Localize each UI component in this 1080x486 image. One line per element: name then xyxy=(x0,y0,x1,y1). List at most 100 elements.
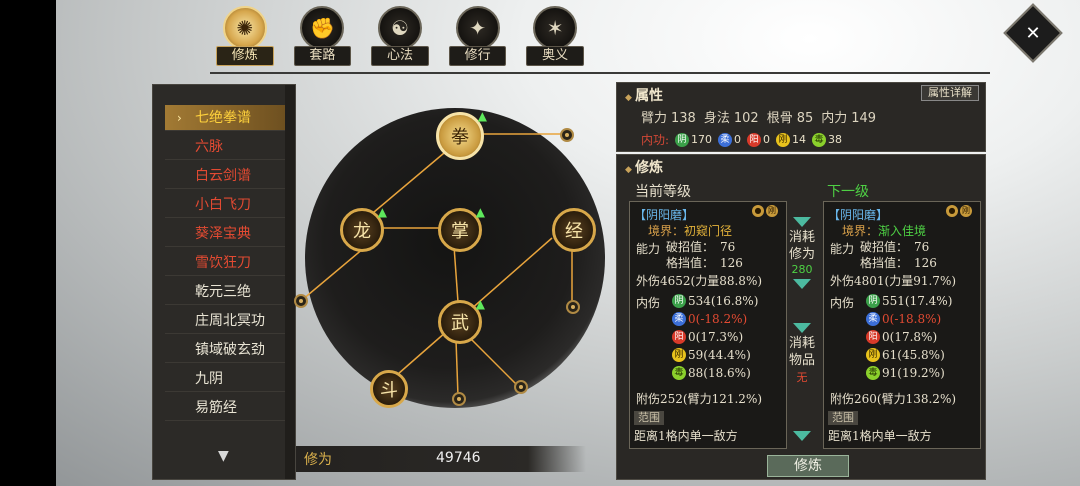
skill-item[interactable]: 易筋经 xyxy=(165,395,285,421)
block-value: 126 xyxy=(720,255,743,270)
close-button[interactable]: ✕ xyxy=(1003,3,1063,63)
tab-mystery[interactable]: ✶ 奥义 xyxy=(520,6,590,68)
panel-title: 修炼 xyxy=(625,157,663,177)
inner-row: 柔 0(-18.2%) xyxy=(672,312,747,326)
skill-item[interactable]: 白云剑谱 xyxy=(165,163,285,189)
skill-label: 九阴 xyxy=(195,371,223,387)
top-nav: ✺ 修炼 ✊ 套路 ☯ 心法 ✦ 修行 ✶ 奥义 xyxy=(210,6,590,68)
gang-icon: 刚 xyxy=(776,132,791,147)
tab-practice[interactable]: ✦ 修行 xyxy=(443,6,513,68)
poison-icon: 毒 xyxy=(866,366,880,380)
yang-icon: 阳 xyxy=(747,132,762,147)
upgrade-arrow-icon: ▲ xyxy=(475,297,485,311)
stats-row: 臂力 138 身法 102 根骨 85 内力 149 xyxy=(641,107,884,126)
skill-item[interactable]: 雪饮狂刀 xyxy=(165,250,285,276)
break-line: 破招值： 76 xyxy=(666,238,735,255)
realm-label: 境界： xyxy=(648,224,685,238)
swirl-icon: ☯ xyxy=(377,6,422,50)
fist-icon: ✊ xyxy=(300,6,345,50)
skill-node-left[interactable]: 龙 ▲ xyxy=(340,205,387,252)
move-tags: ● 刚 xyxy=(946,205,972,217)
inner-value: 0 xyxy=(763,133,771,146)
realm-label: 境界： xyxy=(842,224,879,238)
attribute-detail-button[interactable]: 属性详解 xyxy=(921,85,979,101)
skill-label: 雪饮狂刀 xyxy=(195,255,251,271)
top-divider xyxy=(210,72,990,74)
rou-icon: 柔 xyxy=(672,312,686,326)
locked-node-dot[interactable] xyxy=(294,294,308,308)
node-glyph: 龙 xyxy=(353,221,371,242)
stat-value: 102 xyxy=(733,111,759,126)
rou-icon: 柔 xyxy=(718,132,733,147)
inner-row: 阳 0(17.8%) xyxy=(866,330,937,344)
train-button[interactable]: 修炼 xyxy=(767,455,849,477)
stat-label: 臂力 xyxy=(641,111,668,126)
skill-item[interactable]: 六脉 xyxy=(165,134,285,160)
locked-node-dot[interactable] xyxy=(452,392,466,406)
realm-line: 境界：渐入佳境 xyxy=(842,222,926,239)
cost-arrow-icon xyxy=(793,279,811,289)
attached-damage: 附伤260(臂力138.2%) xyxy=(830,392,957,406)
inner-damage-label: 内伤 xyxy=(830,296,855,310)
selected-arrow-icon: › xyxy=(177,111,182,125)
inner-value: 14 xyxy=(792,133,807,146)
tab-routine[interactable]: ✊ 套路 xyxy=(288,6,358,68)
skill-item[interactable]: 小白飞刀 xyxy=(165,192,285,218)
outer-damage: 外伤4652(力量88.8%) xyxy=(636,274,763,288)
skill-node-lower[interactable]: 武 ▲ xyxy=(438,297,485,344)
skill-label: 易筋经 xyxy=(195,400,237,416)
inner-power-row: 内功: 阴 170 柔0 阳0 刚 14 毒 38 xyxy=(641,131,842,148)
item-label: 消耗物品 xyxy=(789,336,816,368)
skill-item[interactable]: 庄周北冥功 xyxy=(165,308,285,334)
tab-cultivate[interactable]: ✺ 修炼 xyxy=(210,6,280,68)
screen-edge xyxy=(0,0,56,486)
skill-item[interactable]: 九阴 xyxy=(165,366,285,392)
move-name: 【阴阳磨】 xyxy=(828,208,889,222)
cultivation-points-value: 49746 xyxy=(436,450,481,466)
cultivation-points-bar: 修为 49746 xyxy=(296,446,586,472)
stat-label: 根骨 xyxy=(766,111,793,126)
attribute-panel: 属性 属性详解 臂力138 身法102 根骨85 内力149 内功: 阴170 柔0 … xyxy=(616,82,986,152)
skill-node-top[interactable]: 拳 ▲ xyxy=(436,109,487,160)
next-level-header: 下一级 xyxy=(827,184,869,200)
break-label: 破招值： xyxy=(666,240,715,254)
scroll-down-icon[interactable]: ▼ xyxy=(218,448,229,464)
break-value: 76 xyxy=(720,239,736,254)
inner-text: 0(17.8%) xyxy=(882,330,938,344)
pose-icon: ✦ xyxy=(455,6,500,50)
skill-item[interactable]: 镇域破玄劲 xyxy=(165,337,285,363)
skill-node-bottom-left[interactable]: 斗 xyxy=(370,370,408,408)
node-glyph: 武 xyxy=(451,313,469,334)
tab-label: 修炼 xyxy=(216,46,274,66)
range-label: 范围 xyxy=(828,411,858,425)
skill-label: 小白飞刀 xyxy=(195,197,251,213)
inner-value: 170 xyxy=(691,133,713,146)
inner-power-label: 内功: xyxy=(641,133,670,147)
break-line: 破招值： 76 xyxy=(860,238,929,255)
skill-label: 镇域破玄劲 xyxy=(195,342,265,358)
close-icon: ✕ xyxy=(1025,22,1041,44)
locked-node-dot[interactable] xyxy=(566,300,580,314)
skill-item-qijue[interactable]: › 七绝拳谱 xyxy=(165,105,285,131)
item-arrow-icon xyxy=(793,323,811,333)
locked-node-dot[interactable] xyxy=(560,128,574,142)
block-line: 格挡值： 126 xyxy=(860,254,937,271)
bag-icon: ● xyxy=(946,205,958,217)
locked-node-dot[interactable] xyxy=(514,380,528,394)
inner-text: 91(19.2%) xyxy=(882,366,945,380)
next-arrow-icon xyxy=(793,431,811,441)
tab-label: 套路 xyxy=(293,46,352,66)
gang-tag-icon: 刚 xyxy=(766,205,778,217)
inner-text: 0(-18.8%) xyxy=(882,312,942,326)
node-glyph: 拳 xyxy=(451,127,469,148)
skill-item[interactable]: 葵泽宝典 xyxy=(165,221,285,247)
skill-node-center[interactable]: 掌 ▲ xyxy=(438,205,485,252)
range-box: 范围 距离1格内单一敌方 xyxy=(634,406,782,444)
skill-node-right[interactable]: 经 xyxy=(552,208,596,252)
tab-mind-method[interactable]: ☯ 心法 xyxy=(365,6,435,68)
stat-value: 138 xyxy=(671,111,696,126)
skill-label: 六脉 xyxy=(195,139,223,155)
tab-label: 心法 xyxy=(371,46,429,66)
move-tags: ● 刚 xyxy=(752,205,778,217)
skill-item[interactable]: 乾元三绝 xyxy=(165,279,285,305)
